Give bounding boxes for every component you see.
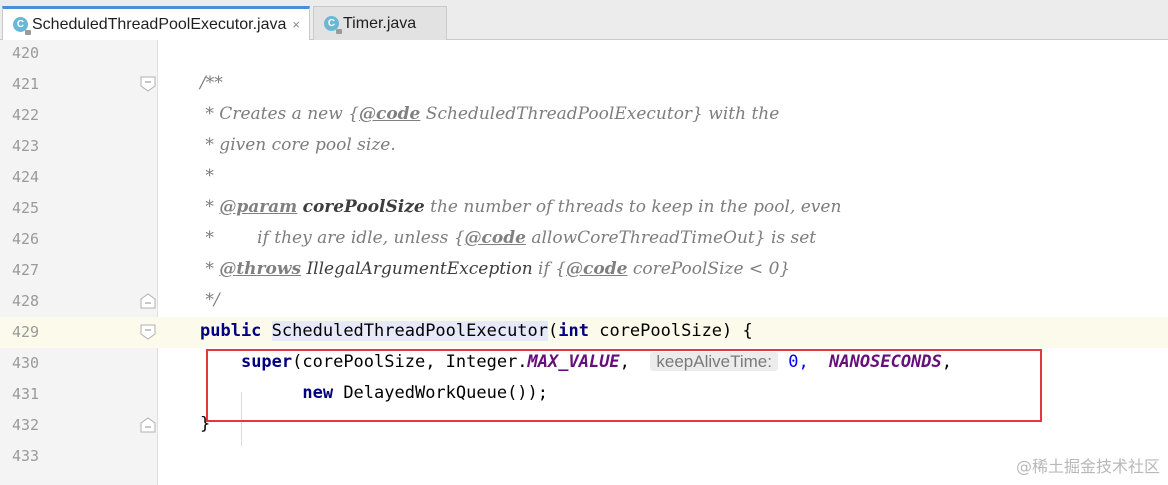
line-number: 425 <box>12 199 40 217</box>
highlight-annotation-box <box>206 349 1042 422</box>
tab-label: Timer.java <box>343 14 417 32</box>
line-number: 428 <box>12 292 40 310</box>
javadoc-tag: @throws <box>219 259 302 279</box>
javadoc-exception-type: IllegalArgumentException <box>306 259 533 279</box>
watermark: @稀土掘金技术社区 <box>1015 457 1160 476</box>
code-line: 428 */ <box>0 286 1168 317</box>
code-line: 424 * <box>0 162 1168 193</box>
code-line: 427 * @throws IllegalArgumentException i… <box>0 255 1168 286</box>
javadoc-tag: @code <box>358 104 421 124</box>
line-number: 433 <box>12 447 40 465</box>
tab-scheduled-thread-pool-executor[interactable]: C ScheduledThreadPoolExecutor.java × <box>2 6 310 40</box>
fold-end-icon[interactable] <box>140 417 156 433</box>
fold-start-icon[interactable] <box>140 76 156 92</box>
line-number: 432 <box>12 416 40 434</box>
comment-text: * <box>200 166 214 186</box>
comment-text: * given core pool size. <box>200 135 396 155</box>
editor-tab-bar: C ScheduledThreadPoolExecutor.java × C T… <box>0 0 1168 40</box>
code-line: 425 * @param corePoolSize the number of … <box>0 193 1168 224</box>
tab-timer[interactable]: C Timer.java <box>313 6 447 40</box>
line-number: 421 <box>12 75 40 93</box>
line-number: 427 <box>12 261 40 279</box>
code-text: public ScheduledThreadPoolExecutor(int c… <box>200 321 753 341</box>
line-number: 420 <box>12 44 40 62</box>
code-line: 420 <box>0 38 1168 69</box>
constructor-name: ScheduledThreadPoolExecutor <box>271 321 549 341</box>
comment-text: */ <box>200 290 220 310</box>
comment-text: * if they are idle, unless {@code allowC… <box>200 228 817 248</box>
comment-text: * Creates a new {@code ScheduledThreadPo… <box>200 104 780 124</box>
fold-start-icon[interactable] <box>140 324 156 340</box>
fold-end-icon[interactable] <box>140 293 156 309</box>
line-number: 431 <box>12 385 40 403</box>
code-line: 423 * given core pool size. <box>0 131 1168 162</box>
line-number: 422 <box>12 106 40 124</box>
javadoc-tag: @param <box>219 197 298 217</box>
comment-text: * @param corePoolSize the number of thre… <box>200 197 842 217</box>
close-tab-icon[interactable]: × <box>292 17 300 32</box>
code-line: 426 * if they are idle, unless {@code al… <box>0 224 1168 255</box>
tab-label: ScheduledThreadPoolExecutor.java <box>32 15 287 33</box>
code-line: 422 * Creates a new {@code ScheduledThre… <box>0 100 1168 131</box>
code-line: 421 /** <box>0 69 1168 100</box>
code-line: 433 <box>0 441 1168 472</box>
line-number: 424 <box>12 168 40 186</box>
javadoc-tag: @code <box>566 259 628 279</box>
java-class-icon: C <box>13 17 31 35</box>
keyword: public <box>200 321 262 341</box>
java-class-icon: C <box>324 16 342 34</box>
code-line-current: 429 public ScheduledThreadPoolExecutor(i… <box>0 317 1168 348</box>
line-number: 423 <box>12 137 40 155</box>
line-number: 429 <box>12 323 40 341</box>
keyword: int <box>558 321 589 341</box>
comment-text: /** <box>200 73 223 93</box>
line-number: 426 <box>12 230 40 248</box>
line-number: 430 <box>12 354 40 372</box>
javadoc-tag: @code <box>464 228 526 248</box>
comment-text: * @throws IllegalArgumentException if {@… <box>200 259 791 279</box>
javadoc-param-name: corePoolSize <box>302 197 425 217</box>
